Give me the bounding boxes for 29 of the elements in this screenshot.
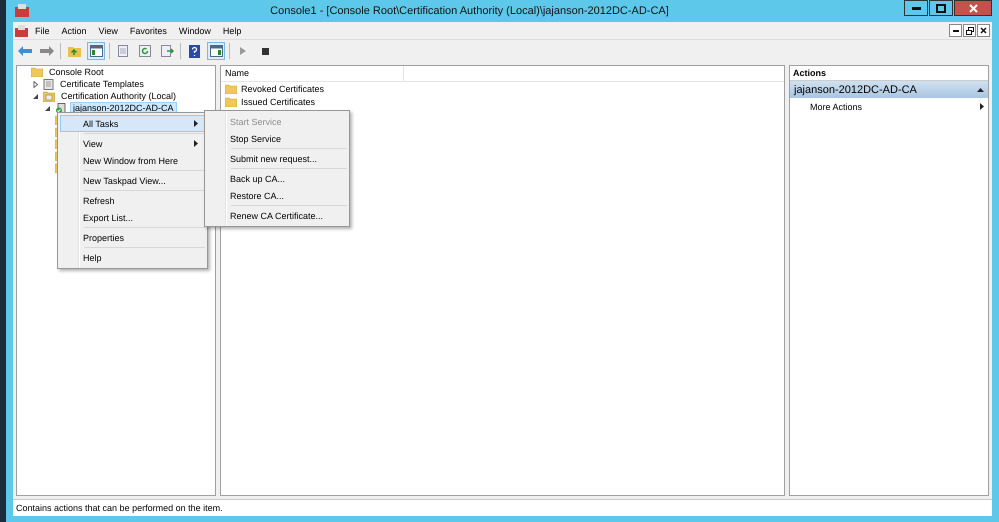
list-item[interactable]: Issued Certificates xyxy=(241,96,316,106)
menu-item[interactable]: Stop Service xyxy=(207,130,347,147)
menu-item[interactable]: New Window from Here xyxy=(60,152,205,169)
tree-item[interactable]: Console Root xyxy=(46,66,107,78)
menu-item[interactable]: Restore CA... xyxy=(207,187,347,204)
menu-item[interactable]: Submit new request... xyxy=(207,150,347,167)
window-title: Console1 - [Console Root\Certification Authority (Local)\jajanson-2012DC-AD-CA] xyxy=(269,5,670,17)
menu-item[interactable]: Help xyxy=(218,22,246,38)
menu-item[interactable]: Favorites xyxy=(124,22,172,38)
menu-item[interactable]: View xyxy=(60,135,205,152)
menu-item[interactable]: View xyxy=(94,22,123,38)
menu-item[interactable]: New Taskpad View... xyxy=(60,172,205,189)
menu-item[interactable]: Export List... xyxy=(60,209,205,226)
menu-item[interactable]: Window xyxy=(174,22,216,38)
menu-item[interactable]: Action xyxy=(56,22,92,38)
column-header[interactable]: Name xyxy=(221,66,404,81)
action-item[interactable]: More Actions xyxy=(790,98,988,115)
tree-item[interactable]: Certificate Templates xyxy=(57,78,147,90)
menu-item[interactable]: Back up CA... xyxy=(207,170,347,187)
menu-item[interactable]: Properties xyxy=(60,229,205,246)
status-bar: Contains actions that can be performed on the item. xyxy=(13,499,992,516)
menu-item[interactable]: Refresh xyxy=(60,192,205,209)
menu-item[interactable]: Help xyxy=(60,249,205,266)
menu-item[interactable]: All Tasks xyxy=(60,115,205,132)
tree-item[interactable]: Certification Authority (Local) xyxy=(58,90,180,102)
menu-item[interactable]: Renew CA Certificate... xyxy=(207,207,347,224)
menu-item[interactable]: File xyxy=(30,22,55,38)
list-item[interactable]: Revoked Certificates xyxy=(241,84,324,94)
actions-section-header[interactable]: jajanson-2012DC-AD-CA xyxy=(790,81,988,98)
